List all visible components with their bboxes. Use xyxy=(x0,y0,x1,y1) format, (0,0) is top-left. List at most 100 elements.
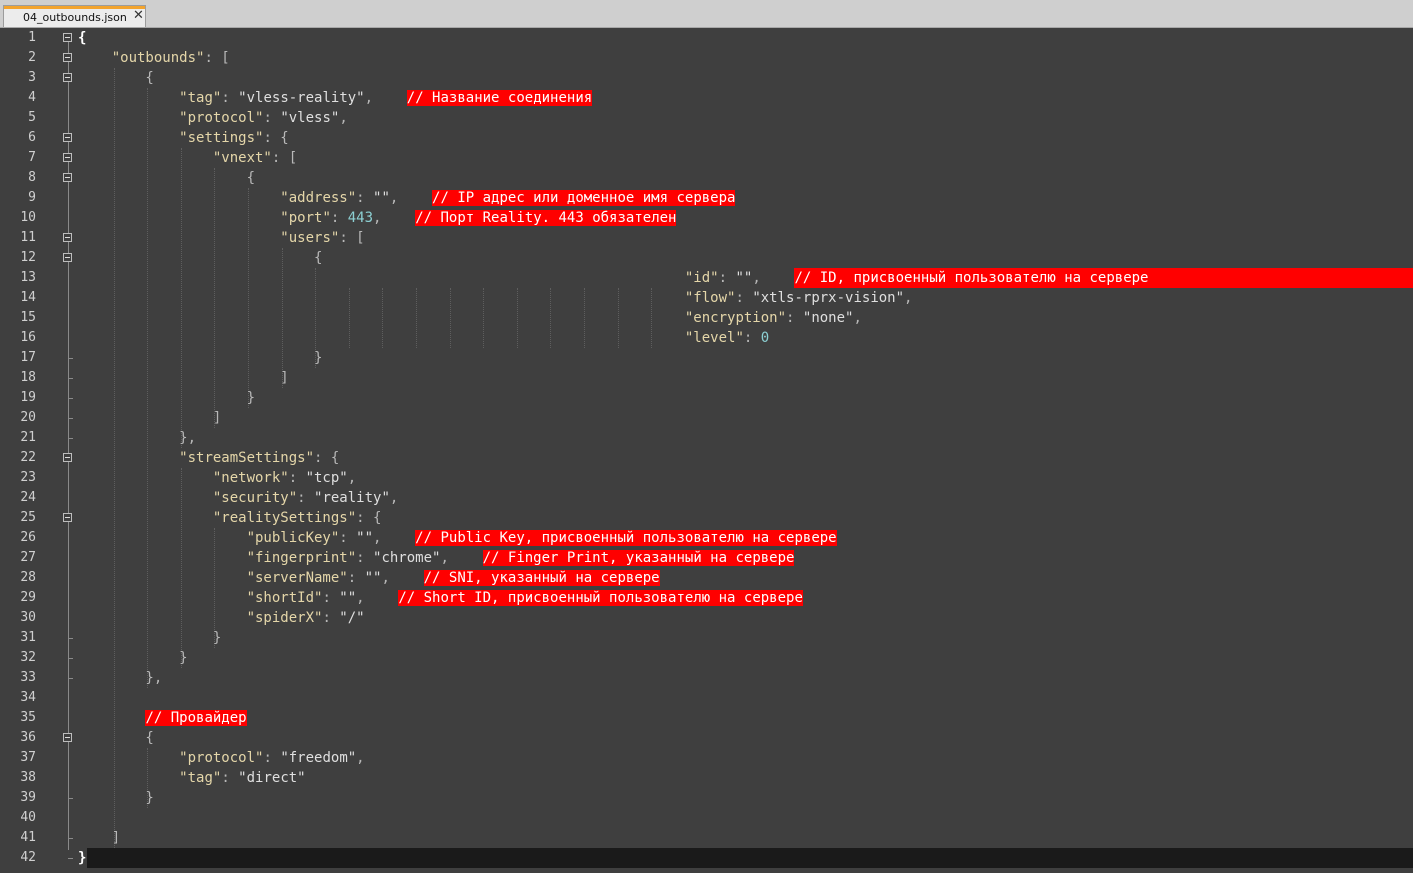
code-token: "outbounds" xyxy=(111,50,205,66)
code-token: : xyxy=(263,110,281,126)
code-token: : xyxy=(356,550,374,566)
fold-toggle-icon[interactable] xyxy=(63,73,72,82)
fold-toggle-icon[interactable] xyxy=(63,253,72,262)
line-number: 15 xyxy=(20,310,36,325)
code-line: "flow": "xtls-rprx-vision", xyxy=(78,288,913,308)
fold-toggle-icon[interactable] xyxy=(63,33,72,42)
code-token: : { xyxy=(356,510,382,526)
code-line: }, xyxy=(78,668,162,688)
code-token: } xyxy=(78,790,154,806)
code-line: "protocol": "freedom", xyxy=(78,748,365,768)
code-token: "protocol" xyxy=(179,750,264,766)
code-token: "" xyxy=(373,190,390,206)
code-line: // Провайдер xyxy=(78,708,247,728)
line-number: 29 xyxy=(20,590,36,605)
line-number: 13 xyxy=(20,270,36,285)
code-token: "tcp" xyxy=(305,470,348,486)
code-token: , xyxy=(389,190,433,206)
code-comment: // Название соединения xyxy=(406,90,593,106)
fold-end-marker xyxy=(68,638,73,639)
fold-toggle-icon[interactable] xyxy=(63,53,72,62)
code-token: { xyxy=(78,70,154,86)
code-token: , xyxy=(356,590,399,606)
code-line: ] xyxy=(78,368,289,388)
code-comment: // SNI, указанный на сервере xyxy=(423,570,660,586)
line-number: 20 xyxy=(20,410,36,425)
line-number: 5 xyxy=(28,110,36,125)
line-number: 17 xyxy=(20,350,36,365)
code-editor[interactable]: { "outbounds": [ { "tag": "vless-reality… xyxy=(0,28,1413,873)
code-token: "flow" xyxy=(684,290,736,306)
line-number: 22 xyxy=(20,450,36,465)
code-line: }, xyxy=(78,428,196,448)
line-number: 39 xyxy=(20,790,36,805)
code-comment: // IP адрес или доменное имя сервера xyxy=(432,190,736,206)
tab-file[interactable]: 04_outbounds.json ✕ xyxy=(3,5,146,27)
code-line: } xyxy=(78,648,188,668)
close-icon[interactable]: ✕ xyxy=(133,8,144,23)
code-line: "network": "tcp", xyxy=(78,468,356,488)
code-token: "streamSettings" xyxy=(179,450,315,466)
line-number: 26 xyxy=(20,530,36,545)
code-comment: // Public Key, присвоенный пользователю … xyxy=(415,530,837,546)
line-number: 31 xyxy=(20,630,36,645)
line-number: 25 xyxy=(20,510,36,525)
code-token: , xyxy=(373,210,416,226)
line-number: 28 xyxy=(20,570,36,585)
code-token: : xyxy=(718,270,736,286)
code-token: 443 xyxy=(347,210,374,226)
code-token: : xyxy=(339,530,357,546)
fold-end-marker xyxy=(68,358,73,359)
code-token: ] xyxy=(78,370,289,386)
fold-toggle-icon[interactable] xyxy=(63,513,72,522)
code-token: } xyxy=(78,650,188,666)
code-token: : xyxy=(322,590,340,606)
code-line: "settings": { xyxy=(78,128,289,148)
code-line: { xyxy=(78,168,255,188)
code-token: : xyxy=(288,470,306,486)
fold-end-marker xyxy=(68,678,73,679)
tab-bar: 04_outbounds.json ✕ xyxy=(0,0,1413,28)
code-token: : xyxy=(221,770,239,786)
code-token: : xyxy=(743,330,761,346)
fold-toggle-icon[interactable] xyxy=(63,173,72,182)
fold-toggle-icon[interactable] xyxy=(63,733,72,742)
code-token: "port" xyxy=(280,210,331,226)
code-token: "" xyxy=(364,570,382,586)
fold-toggle-icon[interactable] xyxy=(63,153,72,162)
line-number: 24 xyxy=(20,490,36,505)
code-line: "id": "", // ID, присвоенный пользовател… xyxy=(78,268,1413,288)
line-number: 7 xyxy=(28,150,36,165)
code-token: , xyxy=(853,310,862,326)
code-token: : [ xyxy=(339,230,365,246)
line-number: 1 xyxy=(28,30,36,45)
fold-end-marker xyxy=(68,438,73,439)
code-token: , xyxy=(356,750,365,766)
line-number: 30 xyxy=(20,610,36,625)
line-number: 6 xyxy=(28,130,36,145)
tab-title[interactable]: 04_outbounds.json xyxy=(23,11,127,24)
code-token: "network" xyxy=(212,470,289,486)
fold-toggle-icon[interactable] xyxy=(63,233,72,242)
code-token: }, xyxy=(78,430,197,446)
code-line: ] xyxy=(78,828,120,848)
code-token: "tag" xyxy=(179,90,222,106)
fold-toggle-icon[interactable] xyxy=(63,453,72,462)
code-comment: // Провайдер xyxy=(145,710,247,726)
line-number: 32 xyxy=(20,650,36,665)
code-token: "level" xyxy=(684,330,744,346)
fold-toggle-icon[interactable] xyxy=(63,133,72,142)
code-token: ] xyxy=(78,410,222,426)
code-comment: // Short ID, присвоенный пользователю на… xyxy=(398,590,803,606)
code-token: "protocol" xyxy=(179,110,264,126)
code-token: "address" xyxy=(280,190,357,206)
code-token: : xyxy=(347,570,365,586)
code-token: "reality" xyxy=(314,490,390,506)
